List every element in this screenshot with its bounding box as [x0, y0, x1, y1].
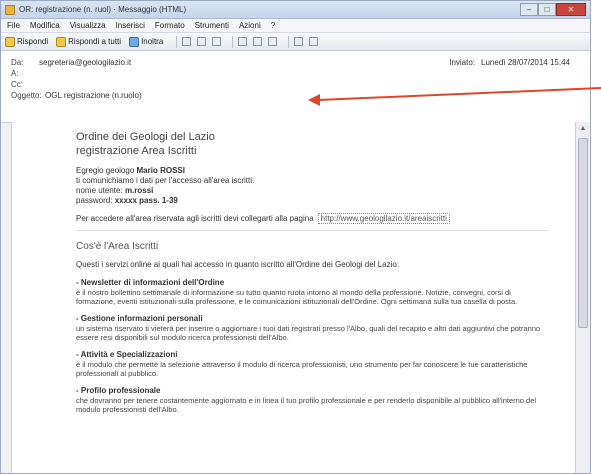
- title-bar: OR: registrazione (n. ruol) · Messaggio …: [1, 1, 590, 19]
- username-line: nome utente: m.rossi: [76, 186, 549, 196]
- divider: [76, 230, 549, 231]
- menu-format[interactable]: Formato: [155, 21, 185, 30]
- menu-file[interactable]: File: [7, 21, 20, 30]
- area-link[interactable]: http://www.geologilazio.it/areaiscritti: [317, 213, 450, 224]
- vertical-scrollbar[interactable]: ▲: [575, 122, 590, 473]
- next-icon[interactable]: [268, 37, 278, 46]
- from-value[interactable]: segreteria@geologilazio.it: [39, 58, 131, 67]
- flag-icon[interactable]: [212, 37, 222, 46]
- item-title: - Profilo professionale: [76, 386, 161, 395]
- address-book-icon[interactable]: [294, 37, 304, 46]
- item-title: - Newsletter di informazioni dell'Ordine: [76, 278, 225, 287]
- forward-label: Inoltra: [141, 37, 164, 46]
- item-text: è il nostro bollettino settimanale di in…: [76, 288, 518, 306]
- subject-row: Oggetto: OGL registrazione (n.ruolo): [11, 90, 580, 101]
- greeting-text: Egregio geologo: [76, 166, 135, 175]
- menu-view[interactable]: Visualizza: [70, 21, 106, 30]
- subject-label: Oggetto:: [11, 91, 42, 100]
- intro-text: ti comunichiamo i dati per l'accesso all…: [76, 176, 255, 185]
- list-item: - Newsletter di informazioni dell'Ordine…: [76, 278, 549, 306]
- close-button[interactable]: ✕: [556, 2, 586, 16]
- reply-button[interactable]: Rispondi: [5, 36, 49, 47]
- reply-icon: [5, 36, 15, 47]
- reply-label: Rispondi: [17, 37, 49, 46]
- menu-actions[interactable]: Azioni: [239, 21, 261, 30]
- menu-tools[interactable]: Strumenti: [195, 21, 229, 30]
- menu-bar: File Modifica Visualizza Inserisci Forma…: [1, 19, 590, 33]
- menu-edit[interactable]: Modifica: [30, 21, 60, 30]
- cc-label: Cc:: [11, 80, 23, 89]
- message-header: Da: segreteria@geologilazio.it A: Cc: Og…: [1, 51, 590, 123]
- list-item: - Gestione informazioni personali un sis…: [76, 314, 549, 342]
- username-label: nome utente:: [76, 186, 123, 195]
- to-label: A:: [11, 69, 19, 78]
- reply-all-icon: [56, 36, 67, 47]
- maximize-button[interactable]: □: [538, 2, 556, 16]
- password-line: password: xxxxx pass. 1-39: [76, 196, 549, 206]
- scroll-up-icon[interactable]: ▲: [576, 122, 590, 136]
- subject-value: OGL registrazione (n.ruolo): [45, 91, 142, 100]
- list-item: - Attività e Specializzazioni è il modul…: [76, 350, 549, 378]
- item-text: è il modulo che permette la selezione at…: [76, 360, 528, 378]
- sent-value: Lunedì 28/07/2014 15:44: [481, 58, 570, 67]
- recipient-name: Mario ROSSI: [136, 166, 185, 175]
- delete-icon[interactable]: [238, 37, 248, 46]
- section-intro: Questi i servizi online ai quali hai acc…: [76, 260, 400, 269]
- menu-insert[interactable]: Inserisci: [116, 21, 145, 30]
- access-line: Per accedere all'area riservata agli isc…: [76, 213, 549, 224]
- print-icon[interactable]: [182, 37, 192, 46]
- greeting: Egregio geologo Mario ROSSI: [76, 166, 549, 176]
- move-icon[interactable]: [197, 37, 207, 46]
- password-label: password:: [76, 196, 113, 205]
- forward-button[interactable]: Inoltra: [129, 36, 164, 47]
- minimize-button[interactable]: –: [520, 2, 538, 16]
- help-icon[interactable]: [309, 37, 319, 46]
- scroll-thumb[interactable]: [578, 138, 588, 328]
- item-title: - Attività e Specializzazioni: [76, 350, 178, 359]
- from-label: Da:: [11, 58, 24, 67]
- item-text: che dovranno per tenere costantemente ag…: [76, 396, 537, 414]
- org-name: Ordine dei Geologi del Lazio: [76, 131, 215, 143]
- message-body: Ordine dei Geologi del Lazio registrazio…: [11, 122, 576, 473]
- access-text: Per accedere all'area riservata agli isc…: [76, 214, 314, 223]
- username-value: m.rossi: [124, 186, 154, 195]
- password-value: xxxxx pass. 1-39: [114, 196, 178, 205]
- forward-icon: [129, 36, 140, 47]
- section-title: Cos'è l'Area Iscritti: [76, 241, 159, 252]
- cc-row: Cc:: [11, 79, 580, 90]
- email-message-window: OR: registrazione (n. ruol) · Messaggio …: [0, 0, 591, 474]
- to-row: A:: [11, 68, 580, 79]
- sent-label: Inviato:: [449, 58, 476, 67]
- sent-date: Inviato: Lunedì 28/07/2014 15:44: [449, 58, 576, 67]
- previous-icon[interactable]: [253, 37, 263, 46]
- menu-help[interactable]: ?: [271, 21, 275, 30]
- toolbar-separator: [176, 35, 178, 48]
- item-title: - Gestione informazioni personali: [76, 314, 203, 323]
- toolbar: Rispondi Rispondi a tutti Inoltra: [1, 33, 590, 51]
- toolbar-separator: [232, 35, 234, 48]
- item-text: un sistema riservato ti vieterà per inse…: [76, 324, 541, 342]
- list-item: - Profilo professionale che dovranno per…: [76, 386, 549, 414]
- reply-all-label: Rispondi a tutti: [68, 37, 122, 46]
- window-title: OR: registrazione (n. ruol) · Messaggio …: [19, 5, 187, 14]
- envelope-icon: [5, 4, 15, 15]
- registration-heading: registrazione Area Iscritti: [76, 145, 197, 157]
- reply-all-button[interactable]: Rispondi a tutti: [56, 36, 122, 47]
- toolbar-separator: [288, 35, 290, 48]
